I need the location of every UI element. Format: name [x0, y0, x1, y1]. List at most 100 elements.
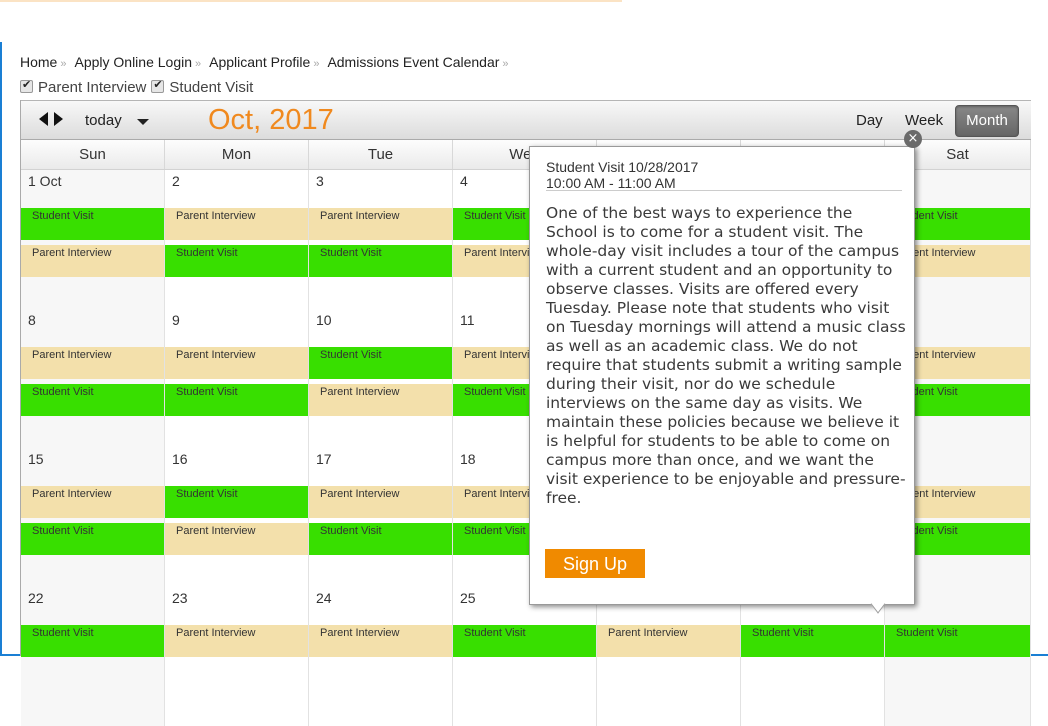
view-month-button[interactable]: Month: [955, 105, 1019, 137]
dow-mon: Mon: [165, 140, 309, 169]
breadcrumb-applicant-profile[interactable]: Applicant Profile»: [209, 54, 319, 70]
day-cell[interactable]: 22 Student Visit: [21, 587, 165, 726]
day-number: 16: [172, 451, 188, 467]
day-number: 10: [316, 312, 332, 328]
event-parent-interview[interactable]: Parent Interview: [21, 245, 164, 277]
month-title: Oct, 2017: [208, 104, 334, 136]
breadcrumb-home[interactable]: Home»: [20, 54, 66, 70]
breadcrumb: Home» Apply Online Login» Applicant Prof…: [20, 54, 517, 70]
event-student-visit[interactable]: Student Visit: [885, 625, 1030, 657]
day-cell[interactable]: 1 Oct Student Visit Parent Interview: [21, 170, 165, 309]
breadcrumb-apply-online-login[interactable]: Apply Online Login»: [74, 54, 201, 70]
filter-student-visit[interactable]: Student Visit: [147, 78, 254, 96]
event-parent-interview[interactable]: Parent Interview: [21, 347, 164, 379]
event-popup: Student Visit 10/28/2017 10:00 AM - 11:0…: [529, 146, 915, 605]
day-number: 24: [316, 590, 332, 606]
event-type-filters: Parent Interview Student Visit: [20, 78, 254, 96]
parent-interview-label: Parent Interview: [38, 79, 147, 96]
breadcrumb-admissions-event-calendar-link[interactable]: Admissions Event Calendar: [327, 54, 499, 70]
close-icon[interactable]: ×: [904, 130, 922, 148]
today-button[interactable]: today: [85, 112, 122, 129]
day-number: 3: [316, 173, 324, 189]
day-cell[interactable]: 25 Student Visit: [453, 587, 597, 726]
dow-sun: Sun: [21, 140, 165, 169]
day-number: 23: [172, 590, 188, 606]
popup-event-time: 10:00 AM - 11:00 AM: [546, 175, 676, 191]
breadcrumb-separator: »: [60, 58, 67, 70]
left-border: [0, 42, 2, 656]
day-number: 22: [28, 590, 44, 606]
prev-month-icon[interactable]: [39, 112, 48, 126]
parent-interview-checkbox[interactable]: [20, 78, 33, 93]
event-parent-interview[interactable]: Parent Interview: [165, 625, 308, 657]
event-student-visit[interactable]: Student Visit: [165, 245, 308, 277]
top-accent-strip: [0, 0, 622, 2]
popup-header: Student Visit 10/28/2017 10:00 AM - 11:0…: [546, 159, 698, 191]
view-week-button[interactable]: Week: [905, 112, 943, 129]
breadcrumb-admissions-event-calendar[interactable]: Admissions Event Calendar»: [327, 54, 508, 70]
day-cell[interactable]: 24 Parent Interview: [309, 587, 453, 726]
day-cell[interactable]: Student Visit: [741, 587, 885, 726]
event-student-visit[interactable]: Student Visit: [741, 625, 884, 657]
breadcrumb-applicant-profile-link[interactable]: Applicant Profile: [209, 54, 310, 70]
day-cell[interactable]: 23 Parent Interview: [165, 587, 309, 726]
calendar-toolbar: today Oct, 2017 Day Week Month: [21, 100, 1031, 140]
event-parent-interview[interactable]: Parent Interview: [309, 486, 452, 518]
breadcrumb-apply-online-login-link[interactable]: Apply Online Login: [74, 54, 192, 70]
day-number: 18: [460, 451, 476, 467]
day-cell[interactable]: 9 Parent Interview Student Visit: [165, 309, 309, 448]
sign-up-button[interactable]: Sign Up: [545, 549, 645, 578]
breadcrumb-separator: »: [502, 58, 509, 70]
day-number: 11: [460, 312, 475, 328]
day-number: 8: [28, 312, 36, 328]
day-number: 1 Oct: [28, 173, 62, 189]
day-cell[interactable]: 3 Parent Interview Student Visit: [309, 170, 453, 309]
popup-divider: [546, 190, 902, 191]
day-cell[interactable]: 10 Student Visit Parent Interview: [309, 309, 453, 448]
event-student-visit[interactable]: Student Visit: [21, 523, 164, 555]
event-student-visit[interactable]: Student Visit: [165, 486, 308, 518]
event-student-visit[interactable]: Student Visit: [165, 384, 308, 416]
day-cell[interactable]: 16 Student Visit Parent Interview: [165, 448, 309, 587]
event-student-visit[interactable]: Student Visit: [453, 625, 596, 657]
day-cell[interactable]: 15 Parent Interview Student Visit: [21, 448, 165, 587]
view-day-button[interactable]: Day: [856, 112, 883, 129]
day-cell[interactable]: 17 Parent Interview Student Visit: [309, 448, 453, 587]
day-cell[interactable]: 2 Parent Interview Student Visit: [165, 170, 309, 309]
event-parent-interview[interactable]: Parent Interview: [165, 347, 308, 379]
event-parent-interview[interactable]: Parent Interview: [165, 523, 308, 555]
event-student-visit[interactable]: Student Visit: [21, 625, 164, 657]
popup-event-title: Student Visit 10/28/2017: [546, 159, 699, 175]
day-number: 4: [460, 173, 468, 189]
breadcrumb-home-link[interactable]: Home: [20, 54, 57, 70]
day-number: 9: [172, 312, 180, 328]
day-number: 2: [172, 173, 180, 189]
popup-description: One of the best ways to experience the S…: [546, 204, 906, 507]
event-parent-interview[interactable]: Parent Interview: [309, 208, 452, 240]
student-visit-label: Student Visit: [169, 79, 254, 96]
day-number: 15: [28, 451, 44, 467]
breadcrumb-separator: »: [313, 58, 320, 70]
event-parent-interview[interactable]: Parent Interview: [21, 486, 164, 518]
day-cell[interactable]: Student Visit: [885, 587, 1031, 726]
event-student-visit[interactable]: Student Visit: [21, 208, 164, 240]
filter-parent-interview[interactable]: Parent Interview: [20, 78, 147, 96]
event-student-visit[interactable]: Student Visit: [21, 384, 164, 416]
event-student-visit[interactable]: Student Visit: [309, 245, 452, 277]
event-student-visit[interactable]: Student Visit: [309, 523, 452, 555]
day-cell[interactable]: 8 Parent Interview Student Visit: [21, 309, 165, 448]
event-student-visit[interactable]: Student Visit: [309, 347, 452, 379]
dow-tue: Tue: [309, 140, 453, 169]
event-parent-interview[interactable]: Parent Interview: [165, 208, 308, 240]
event-parent-interview[interactable]: Parent Interview: [597, 625, 740, 657]
event-parent-interview[interactable]: Parent Interview: [309, 384, 452, 416]
nav-arrows: [39, 112, 63, 126]
caret-down-icon[interactable]: [137, 119, 149, 125]
student-visit-checkbox[interactable]: [151, 78, 165, 93]
event-parent-interview[interactable]: Parent Interview: [309, 625, 452, 657]
day-cell[interactable]: Parent Interview: [597, 587, 741, 726]
breadcrumb-separator: »: [195, 58, 202, 70]
next-month-icon[interactable]: [54, 112, 63, 126]
day-number: 17: [316, 451, 332, 467]
day-number: 25: [460, 590, 476, 606]
